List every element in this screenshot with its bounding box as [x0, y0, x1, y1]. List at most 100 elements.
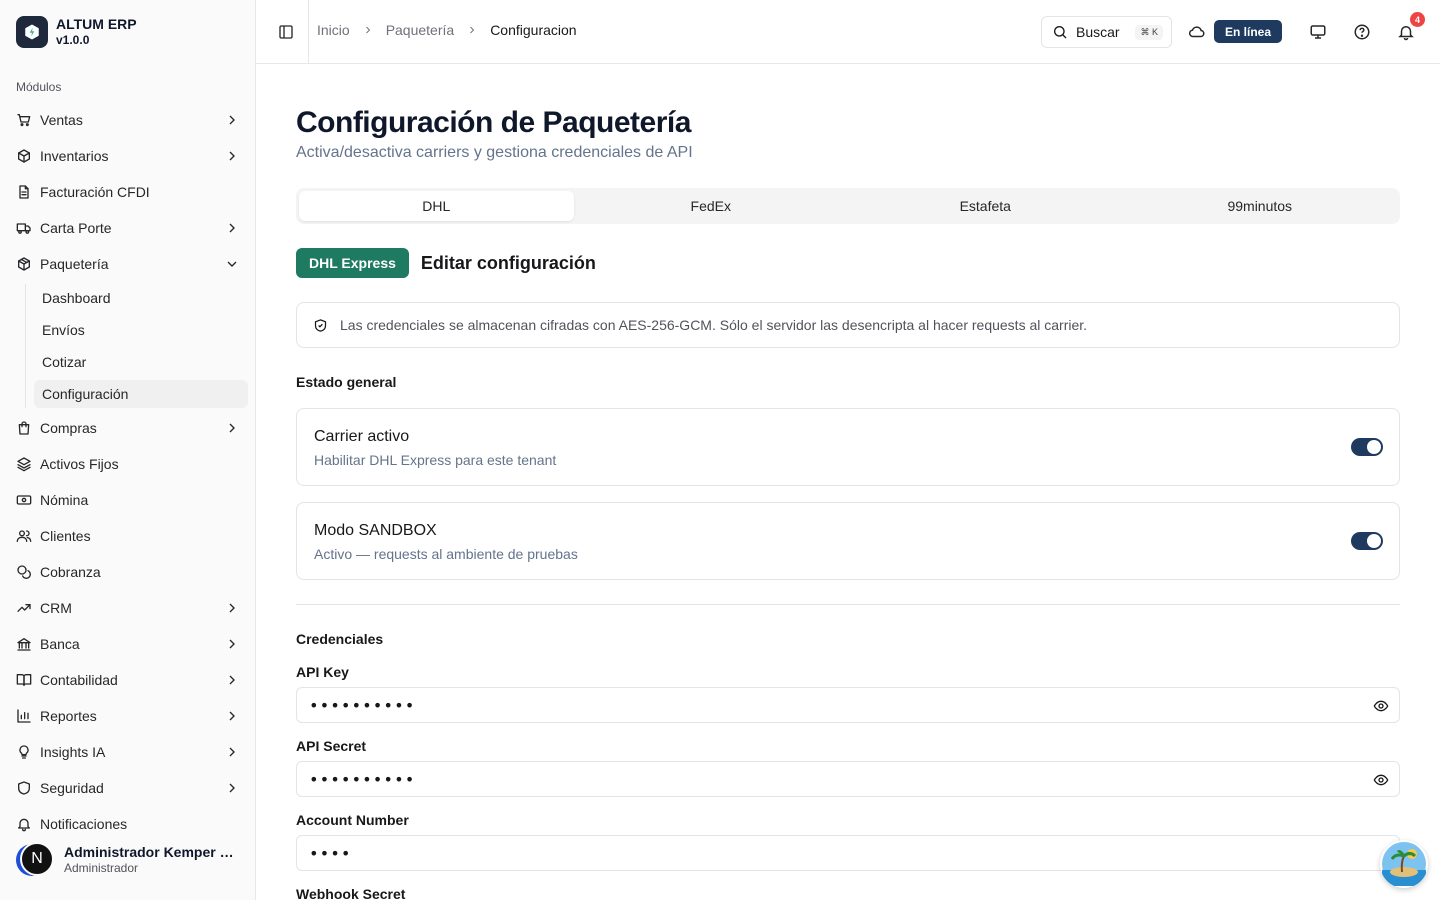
sidebar: ALTUM ERP v1.0.0 Módulos Ventas Inventari…: [0, 0, 256, 900]
sidebar-item-paqueteria[interactable]: Paquetería: [8, 248, 248, 280]
chevron-right-icon: [362, 24, 374, 36]
tab-fedex[interactable]: FedEx: [574, 191, 849, 221]
app-name: ALTUM ERP: [56, 16, 137, 32]
sidebar-item-banca[interactable]: Banca: [8, 628, 248, 660]
sidebar-item-activos-fijos[interactable]: Activos Fijos: [8, 448, 248, 480]
breadcrumb-current: Configuracion: [490, 22, 577, 38]
sidebar-item-reportes[interactable]: Reportes: [8, 700, 248, 732]
chevron-right-icon: [224, 420, 240, 436]
sidebar-item-label: Nómina: [40, 492, 89, 508]
chevron-right-icon: [224, 220, 240, 236]
island-icon: [1382, 842, 1426, 886]
submenu-item-envios[interactable]: Envíos: [34, 316, 248, 344]
chevron-right-icon: [224, 780, 240, 796]
account-number-label: Account Number: [296, 812, 409, 828]
search-icon: [1052, 24, 1068, 40]
sandbox-toggle[interactable]: [1351, 532, 1383, 550]
book-icon: [16, 672, 32, 688]
sidebar-item-label: Inventarios: [40, 148, 109, 164]
assistant-avatar-button[interactable]: [1380, 840, 1428, 888]
carrier-active-card: Carrier activo Habilitar DHL Express par…: [296, 408, 1400, 486]
search-label: Buscar: [1076, 24, 1120, 40]
sidebar-item-ventas[interactable]: Ventas: [8, 104, 248, 136]
sidebar-item-label: Compras: [40, 420, 97, 436]
chevron-right-icon: [224, 672, 240, 688]
tab-dhl[interactable]: DHL: [299, 191, 574, 221]
chevron-right-icon: [224, 112, 240, 128]
carrier-header: DHL Express Editar configuración: [296, 248, 596, 278]
page-subtitle: Activa/desactiva carriers y gestiona cre…: [296, 144, 693, 161]
breadcrumb-inicio[interactable]: Inicio: [317, 22, 350, 38]
submenu-item-configuracion[interactable]: Configuración: [34, 380, 248, 408]
truck-icon: [16, 220, 32, 236]
sidebar-item-cobranza[interactable]: Cobranza: [8, 556, 248, 588]
brand[interactable]: ALTUM ERP v1.0.0: [16, 16, 137, 48]
webhook-secret-label: Webhook Secret: [296, 886, 406, 900]
tab-99minutos[interactable]: 99minutos: [1123, 191, 1398, 221]
sidebar-item-contabilidad[interactable]: Contabilidad: [8, 664, 248, 696]
sidebar-item-crm[interactable]: CRM: [8, 592, 248, 624]
sidebar-item-nomina[interactable]: Nómina: [8, 484, 248, 516]
api-key-label: API Key: [296, 664, 349, 680]
sidebar-item-label: Ventas: [40, 112, 83, 128]
api-key-input[interactable]: [297, 688, 1337, 722]
carrier-active-toggle[interactable]: [1351, 438, 1383, 456]
sidebar-item-compras[interactable]: Compras: [8, 412, 248, 444]
submenu-item-cotizar[interactable]: Cotizar: [34, 348, 248, 376]
sidebar-item-seguridad[interactable]: Seguridad: [8, 772, 248, 804]
sidebar-item-clientes[interactable]: Clientes: [8, 520, 248, 552]
sidebar-item-label: Facturación CFDI: [40, 184, 150, 200]
submenu-item-dashboard[interactable]: Dashboard: [34, 284, 248, 312]
cloud-icon: [1188, 23, 1206, 46]
chevron-right-icon: [466, 24, 478, 36]
app-version: v1.0.0: [56, 33, 90, 47]
paqueteria-submenu: Dashboard Envíos Cotizar Configuración: [25, 284, 248, 408]
account-number-field: [296, 835, 1400, 871]
sidebar-item-label: CRM: [40, 600, 72, 616]
sidebar-item-insights-ia[interactable]: Insights IA: [8, 736, 248, 768]
app-logo-icon: [16, 16, 48, 48]
user-menu[interactable]: N Administrador Kemper U... Administrado…: [16, 842, 236, 876]
chevron-right-icon: [224, 148, 240, 164]
sidebar-item-facturacion-cfdi[interactable]: Facturación CFDI: [8, 176, 248, 208]
user-name: Administrador Kemper U...: [64, 844, 236, 860]
sidebar-toggle-icon[interactable]: [276, 22, 296, 42]
coins-icon: [16, 564, 32, 580]
api-key-field: [296, 687, 1400, 723]
api-secret-field: [296, 761, 1400, 797]
sidebar-item-label: Contabilidad: [40, 672, 118, 688]
bag-icon: [16, 420, 32, 436]
modules-label: Módulos: [16, 80, 62, 94]
edit-config-title: Editar configuración: [420, 252, 596, 273]
eye-icon[interactable]: [1372, 697, 1390, 715]
top-header: Inicio Paquetería Configuracion Buscar ⌘…: [256, 0, 1440, 64]
cart-icon: [16, 112, 32, 128]
sidebar-item-carta-porte[interactable]: Carta Porte: [8, 212, 248, 244]
online-status-badge: En línea: [1214, 20, 1283, 43]
eye-icon[interactable]: [1372, 771, 1390, 789]
chevron-right-icon: [224, 636, 240, 652]
package-icon: [16, 256, 32, 272]
tab-estafeta[interactable]: Estafeta: [848, 191, 1123, 221]
account-number-input[interactable]: [297, 836, 1337, 870]
carrier-badge: DHL Express: [296, 248, 409, 278]
api-secret-label: API Secret: [296, 738, 367, 754]
sandbox-title: Modo SANDBOX: [314, 522, 437, 539]
sandbox-card: Modo SANDBOX Activo — requests al ambien…: [296, 502, 1400, 580]
chart-icon: [16, 708, 32, 724]
search-shortcut: ⌘ K: [1135, 24, 1163, 40]
sidebar-item-label: Cobranza: [40, 564, 101, 580]
api-secret-input[interactable]: [297, 762, 1337, 796]
chevron-right-icon: [224, 744, 240, 760]
search-button[interactable]: Buscar ⌘ K: [1041, 16, 1172, 48]
help-icon[interactable]: [1352, 22, 1372, 42]
header-divider: [308, 0, 309, 64]
section-divider: [296, 604, 1400, 605]
sidebar-item-inventarios[interactable]: Inventarios: [8, 140, 248, 172]
bank-icon: [16, 636, 32, 652]
monitor-icon[interactable]: [1308, 22, 1328, 42]
chevron-right-icon: [224, 708, 240, 724]
breadcrumb-paqueteria[interactable]: Paquetería: [386, 22, 455, 38]
shield-check-icon: [313, 318, 328, 333]
sidebar-item-notificaciones[interactable]: Notificaciones: [8, 808, 248, 840]
